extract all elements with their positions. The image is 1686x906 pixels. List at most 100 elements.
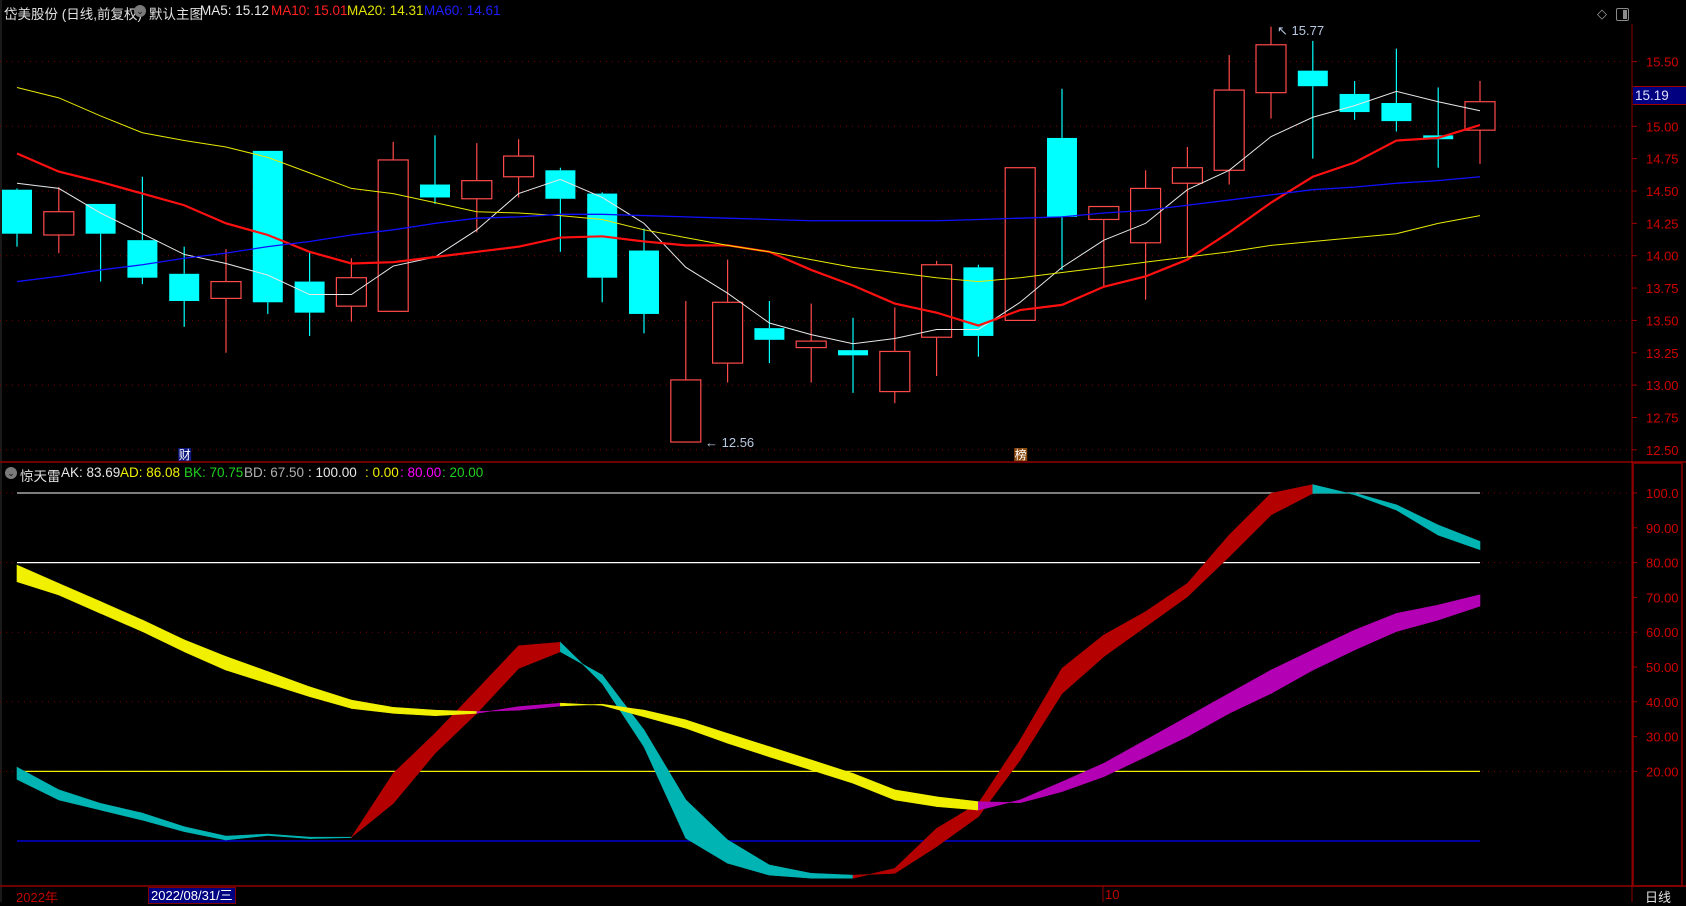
band-segment-ak-ad — [769, 864, 812, 879]
indicator-name[interactable]: 惊天雷 — [20, 465, 61, 485]
candle — [210, 249, 242, 353]
candle — [1171, 147, 1204, 257]
band-segment-bk-bd — [560, 702, 603, 707]
price-tick-label: 13.25 — [1646, 346, 1679, 361]
band-segment-ak-ad — [309, 836, 352, 839]
band-segment-ak-ad — [392, 732, 436, 805]
chevron-down-icon[interactable]: ⌄ — [5, 467, 17, 479]
band-segment-bk-bd — [267, 671, 310, 697]
band-segment-ak-ad — [16, 766, 60, 801]
band-segment-bk-bd — [1228, 669, 1272, 714]
indicator-bands — [16, 484, 1481, 879]
band-segment-ak-ad — [1187, 534, 1230, 598]
diamond-icon[interactable]: ◇ — [1597, 6, 1607, 22]
indicator-tick-label: 50.00 — [1646, 660, 1679, 675]
event-marker[interactable]: 榜 — [1015, 447, 1027, 462]
band-segment-bk-bd — [16, 564, 60, 596]
band-segment-ak-ad — [1354, 492, 1397, 511]
candle-body-up — [461, 180, 493, 200]
band-segment-ak-ad — [1145, 582, 1188, 628]
candle-body-up — [43, 211, 75, 236]
band-segment-ak-ad — [560, 641, 603, 685]
indicator-tick-label: 100.0 — [1646, 486, 1679, 501]
ma5-line — [16, 90, 1481, 345]
chevron-down-icon[interactable]: ⌄ — [134, 5, 146, 17]
candle — [1004, 167, 1036, 321]
candle-body-up — [377, 159, 409, 312]
candle — [503, 139, 535, 198]
band-segment-ak-ad — [1437, 524, 1481, 551]
candle-body-up — [920, 264, 953, 338]
price-tick-label: 13.00 — [1646, 378, 1679, 393]
band-segment-ak-ad — [434, 689, 478, 755]
indicator-tick-label: 20.00 — [1646, 764, 1679, 779]
band-segment-ak-ad — [810, 873, 854, 879]
candle-body-up — [210, 280, 242, 300]
band-segment-ak-ad — [936, 802, 979, 848]
band-segment-bk-bd — [1354, 612, 1397, 651]
chart-template-label[interactable]: 默认主图 — [149, 3, 203, 23]
band-segment-ak-ad — [1019, 667, 1063, 761]
stock-title[interactable]: 岱美股份 (日线,前复权) — [4, 3, 142, 23]
period-label[interactable]: 日线 — [1645, 887, 1671, 906]
candle — [838, 317, 868, 393]
candle-body-up — [795, 340, 827, 349]
band-segment-bk-bd — [225, 656, 269, 684]
ref-0-value: : 0.00 — [365, 465, 399, 480]
band-segment-bk-bd — [518, 702, 561, 711]
candle-body-down — [1381, 103, 1412, 122]
candle — [1339, 81, 1370, 120]
band-segment-ak-ad — [894, 827, 937, 874]
ma60-label: MA60: 14.61 — [424, 3, 501, 18]
last-price-tag: 15.19 — [1633, 86, 1686, 105]
ak-value: AK: 83.69 — [61, 465, 121, 480]
band-segment-ak-ad — [1228, 492, 1272, 558]
price-tick-label: 12.50 — [1646, 443, 1679, 458]
month-label: 10 — [1105, 887, 1120, 902]
band-segment-ak-ad — [58, 789, 101, 811]
price-tick-label: 14.00 — [1646, 249, 1679, 264]
moving-average-lines: 财榜 — [16, 86, 1481, 462]
ma5-label: MA5: 15.12 — [200, 3, 270, 18]
high-price-label: ↖ 15.77 — [1277, 23, 1324, 38]
panel-toggle-icon[interactable] — [1616, 8, 1629, 21]
candle-body-down — [169, 273, 200, 301]
candlesticks — [2, 26, 1496, 443]
band-segment-bk-bd — [810, 759, 854, 784]
band-segment-bk-bd — [936, 796, 979, 811]
indicator-axis-ticks: 100.0 90.00 80.00 70.00 60.00 50.00 40.00 30.00… — [1632, 486, 1679, 779]
band-segment-ak-ad — [1270, 484, 1314, 516]
event-marker[interactable]: 财 — [179, 448, 191, 462]
band-segment-bk-bd — [643, 709, 687, 729]
candle-body-up — [1129, 187, 1162, 244]
candle — [1464, 81, 1496, 164]
band-segment-ak-ad — [267, 833, 310, 839]
band-segment-bk-bd — [769, 746, 812, 771]
candle-body-up — [711, 301, 744, 364]
band-segment-bk-bd — [1145, 716, 1188, 758]
candle-body-down — [127, 240, 158, 278]
band-segment-ak-ad — [1061, 634, 1105, 695]
band-segment-ak-ad — [100, 803, 143, 821]
candle — [1381, 48, 1412, 132]
band-segment-ak-ad — [183, 826, 227, 841]
price-tick-label: 14.75 — [1646, 152, 1679, 167]
band-segment-bk-bd — [1019, 781, 1063, 804]
candle-body-down — [1047, 137, 1077, 217]
price-tick-label: 13.75 — [1646, 281, 1679, 296]
stock-chart-canvas[interactable]: 15.5015.2515.0014.7514.5014.2514.0013.75… — [0, 0, 1686, 902]
price-tick-label: 14.50 — [1646, 184, 1679, 199]
candle — [711, 259, 744, 383]
candle — [43, 187, 75, 254]
band-segment-bk-bd — [309, 686, 352, 709]
indicator-tick-label: 80.00 — [1646, 556, 1679, 571]
arrow-icon: ↖ — [1277, 23, 1292, 38]
price-tick-label: 14.25 — [1646, 216, 1679, 231]
candle — [1129, 170, 1162, 300]
candle-body-down — [420, 184, 450, 198]
year-label: 2022年 — [16, 890, 58, 905]
candle-body-down — [629, 250, 659, 314]
band-segment-ak-ad — [852, 868, 896, 879]
band-segment-ak-ad — [476, 645, 519, 715]
candle-body-down — [838, 350, 868, 356]
